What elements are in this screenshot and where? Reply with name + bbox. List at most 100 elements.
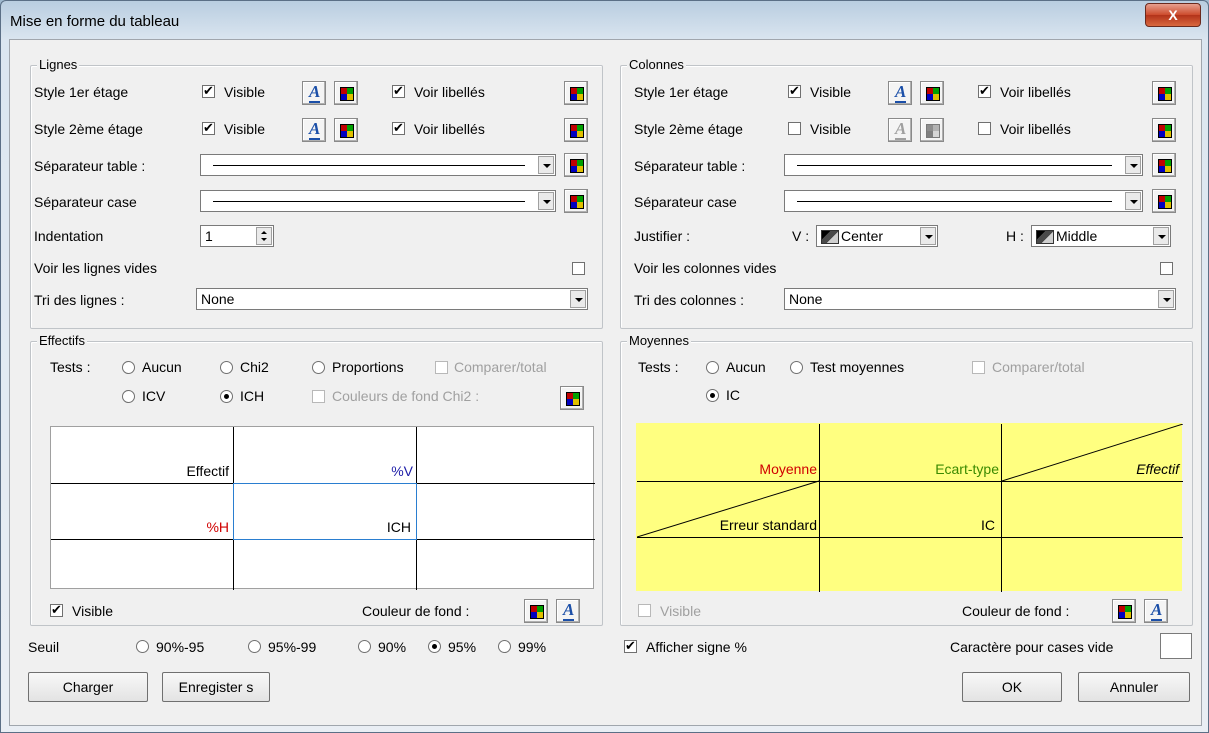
colonnes-h-label: H : [1006,228,1024,244]
chevron-down-icon[interactable] [570,290,586,308]
lignes-style1-libelles-color-button[interactable] [564,81,588,105]
colonnes-style2-libelles-color-button[interactable] [1152,118,1176,142]
lignes-sep-table-select[interactable] [200,154,556,176]
colonnes-style1-voir-libelles-label: Voir libellés [1000,84,1071,100]
moyennes-visible-checkbox [638,604,651,617]
colonnes-voir-vides-checkbox[interactable] [1160,262,1173,275]
chevron-down-icon[interactable] [1158,290,1174,308]
lignes-style2-visible-label: Visible [224,121,265,137]
seuil-99-label: 99% [518,639,547,655]
moyennes-aucun-label: Aucun [726,359,766,375]
effectifs-radio-chi2[interactable] [220,361,233,374]
colonnes-style1-visible-checkbox[interactable] [788,83,801,99]
effectifs-radio-proportions[interactable] [312,361,325,374]
seuil-radio-95[interactable] [428,640,441,653]
effectifs-chi2-color-button[interactable] [560,386,584,410]
effectifs-couleurs-chi2-checkbox [312,390,325,403]
spinner-arrows-icon[interactable] [256,227,272,245]
lignes-indent-value: 1 [205,228,213,244]
lignes-style1-visible-checkbox[interactable] [202,83,215,99]
colonnes-style2-color-button [920,118,944,142]
colonnes-style1-voir-libelles-checkbox[interactable] [978,83,991,99]
close-button[interactable]: X [1145,3,1201,27]
lignes-style2-libelles-color-button[interactable] [564,118,588,142]
colonnes-h-select[interactable]: Middle [1031,225,1171,247]
chevron-down-icon[interactable] [538,192,554,210]
effectifs-title: Effectifs [37,333,88,349]
diagonal-lines [637,424,1183,538]
colonnes-style1-visible-label: Visible [810,84,851,100]
chevron-down-icon[interactable] [538,156,554,174]
effectifs-radio-icv[interactable] [122,390,135,403]
colonnes-style1-color-button[interactable] [920,81,944,105]
effectifs-couleurs-chi2-label: Couleurs de fond Chi2 : [332,388,480,404]
caractere-input[interactable] [1160,633,1192,659]
colonnes-sep-case-color-button[interactable] [1152,189,1176,213]
lignes-sep-case-select[interactable] [200,190,556,212]
lignes-style2-color-button[interactable] [334,118,358,142]
dialog-body: Lignes Style 1er étage Visible Voir libe… [9,39,1202,726]
annuler-button[interactable]: Annuler [1078,672,1190,702]
effectifs-radio-aucun[interactable] [122,361,135,374]
moyennes-radio-test-moyennes[interactable] [790,361,803,374]
cell-pct-v: %V [391,463,413,479]
chevron-down-icon[interactable] [920,227,936,245]
colonnes-tri-select[interactable]: None [784,288,1176,310]
colonnes-sep-case-select[interactable] [784,190,1143,212]
effectifs-font-button[interactable] [556,599,580,623]
colonnes-style1-libelles-color-button[interactable] [1152,81,1176,105]
effectifs-proportions-label: Proportions [332,359,404,375]
colonnes-style2-visible-checkbox[interactable] [788,122,801,135]
effectifs-radio-ich[interactable] [220,390,233,403]
charger-button[interactable]: Charger [28,672,148,702]
effectifs-bg-color-button[interactable] [524,599,548,623]
seuil-radio-95-99[interactable] [248,640,261,653]
colonnes-style2-voir-libelles-checkbox[interactable] [978,122,991,135]
lignes-tri-value: None [201,291,235,307]
moyennes-title: Moyennes [627,333,691,349]
ok-button[interactable]: OK [962,672,1062,702]
window-title: Mise en forme du tableau [10,13,180,30]
seuil-radio-99[interactable] [498,640,511,653]
moyennes-bg-color-button[interactable] [1112,599,1136,623]
colonnes-sep-case-label: Séparateur case [634,194,737,210]
enregistrer-button[interactable]: Enregister s [162,672,270,702]
lignes-style1-voir-libelles-checkbox[interactable] [392,83,405,99]
colonnes-title: Colonnes [627,57,686,73]
lignes-style1-color-button[interactable] [334,81,358,105]
lignes-style2-voir-libelles-checkbox[interactable] [392,120,405,136]
chevron-down-icon[interactable] [1125,156,1141,174]
colonnes-style2-visible-label: Visible [810,121,851,137]
colonnes-tri-value: None [789,291,823,307]
colonnes-v-value: Center [841,228,884,244]
cell-moy-effectif: Effectif [1136,461,1179,477]
chevron-down-icon[interactable] [1125,192,1141,210]
cell-pct-h: %H [206,519,229,535]
colonnes-v-select[interactable]: Center [816,225,938,247]
moyennes-radio-ic[interactable] [706,389,719,402]
lignes-style2-visible-checkbox[interactable] [202,120,215,136]
moyennes-radio-aucun[interactable] [706,361,719,374]
lignes-indent-spinner[interactable]: 1 [200,225,274,247]
afficher-signe-checkbox[interactable] [624,638,637,654]
seuil-radio-90[interactable] [358,640,371,653]
moyennes-font-button[interactable] [1144,599,1168,623]
lignes-style2-font-button[interactable] [302,118,326,142]
lignes-sep-case-color-button[interactable] [564,189,588,213]
title-bar[interactable]: Mise en forme du tableau X [1,1,1208,39]
colonnes-sep-table-color-button[interactable] [1152,153,1176,177]
chevron-down-icon[interactable] [1153,227,1169,245]
cell-effectif: Effectif [186,463,229,479]
lignes-tri-select[interactable]: None [196,288,588,310]
seuil-radio-90-95[interactable] [136,640,149,653]
lignes-style1-voir-libelles-label: Voir libellés [414,84,485,100]
colonnes-style1-font-button[interactable] [888,81,912,105]
colonnes-style2-label: Style 2ème étage [634,121,743,137]
effectifs-comparer-label: Comparer/total [454,359,547,375]
lignes-sep-table-color-button[interactable] [564,153,588,177]
colonnes-sep-table-select[interactable] [784,154,1143,176]
lignes-voir-vides-checkbox[interactable] [572,262,585,275]
lignes-tri-label: Tri des lignes : [34,292,125,308]
effectifs-visible-checkbox[interactable] [50,602,63,618]
lignes-style1-font-button[interactable] [302,81,326,105]
